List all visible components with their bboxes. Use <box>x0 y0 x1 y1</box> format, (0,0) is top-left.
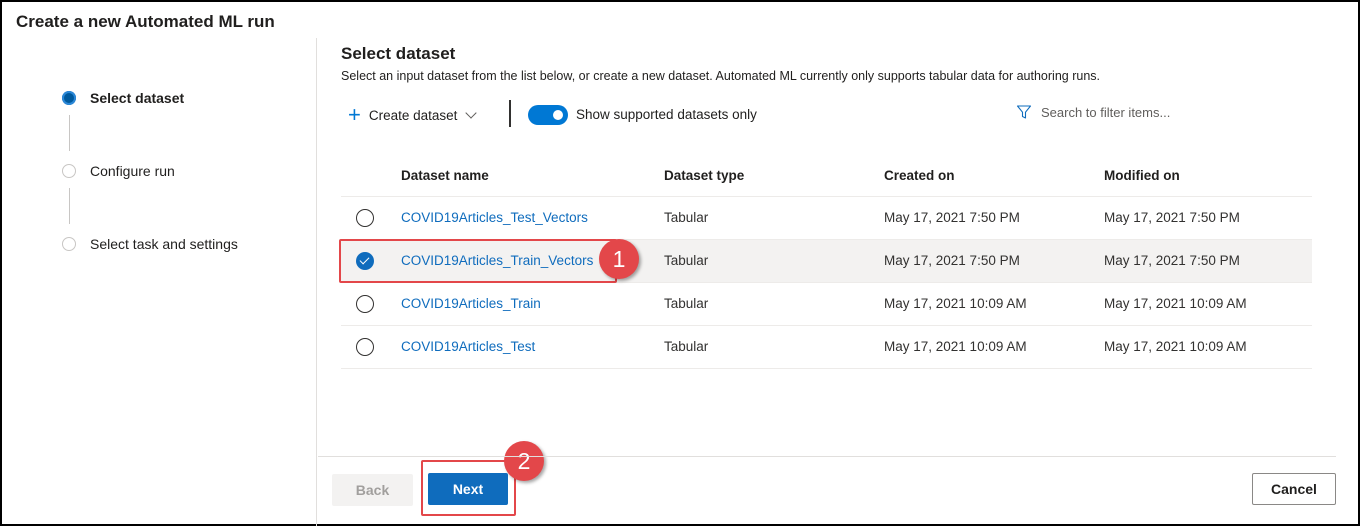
cancel-button[interactable]: Cancel <box>1252 473 1336 505</box>
modified-on: May 17, 2021 10:09 AM <box>1104 296 1247 311</box>
dataset-name-link[interactable]: COVID19Articles_Train <box>401 296 541 311</box>
create-dataset-button[interactable]: + Create dataset <box>348 102 478 127</box>
filter-icon <box>1016 105 1032 119</box>
created-on: May 17, 2021 7:50 PM <box>884 253 1020 268</box>
step-pending-indicator-icon <box>62 237 76 251</box>
dataset-type: Tabular <box>664 296 709 311</box>
step-active-indicator-icon <box>62 91 76 105</box>
table-row[interactable]: COVID19Articles_Test Tabular May 17, 202… <box>341 326 1312 369</box>
dataset-type: Tabular <box>664 339 709 354</box>
modified-on: May 17, 2021 7:50 PM <box>1104 253 1240 268</box>
table-header: Dataset name Dataset type Created on Mod… <box>341 154 1312 197</box>
dialog-window: Create a new Automated ML run Select dat… <box>0 0 1360 526</box>
window-title: Create a new Automated ML run <box>16 12 275 31</box>
filter-placeholder: Search to filter items... <box>1041 104 1171 120</box>
step-select-dataset[interactable]: Select dataset <box>62 90 184 106</box>
dataset-type: Tabular <box>664 210 709 225</box>
next-button[interactable]: Next <box>428 473 508 505</box>
column-header-dataset-name[interactable]: Dataset name <box>401 168 489 183</box>
step-configure-run[interactable]: Configure run <box>62 163 175 179</box>
dataset-name-link[interactable]: COVID19Articles_Test <box>401 339 535 354</box>
created-on: May 17, 2021 7:50 PM <box>884 210 1020 225</box>
step-label: Configure run <box>90 163 175 179</box>
footer-divider <box>318 456 1336 457</box>
table-row[interactable]: COVID19Articles_Test_Vectors Tabular May… <box>341 197 1312 240</box>
created-on: May 17, 2021 10:09 AM <box>884 339 1027 354</box>
create-dataset-label: Create dataset <box>368 107 458 123</box>
command-separator <box>509 100 511 127</box>
callout-badge-2: 2 <box>504 441 544 481</box>
dataset-name-link[interactable]: COVID19Articles_Test_Vectors <box>401 210 588 225</box>
back-button[interactable]: Back <box>332 474 413 506</box>
step-pending-indicator-icon <box>62 164 76 178</box>
page-title: Select dataset <box>341 44 456 63</box>
modified-on: May 17, 2021 10:09 AM <box>1104 339 1247 354</box>
created-on: May 17, 2021 10:09 AM <box>884 296 1027 311</box>
step-connector <box>69 115 70 151</box>
row-radio[interactable] <box>356 209 374 227</box>
chevron-down-icon <box>465 106 478 119</box>
modified-on: May 17, 2021 7:50 PM <box>1104 210 1240 225</box>
filter-search-input[interactable]: Search to filter items... <box>1016 104 1170 120</box>
column-header-modified-on[interactable]: Modified on <box>1104 168 1180 183</box>
column-header-dataset-type[interactable]: Dataset type <box>664 168 744 183</box>
callout-badge-1: 1 <box>599 239 639 279</box>
page-description: Select an input dataset from the list be… <box>341 69 1100 83</box>
dataset-type: Tabular <box>664 253 709 268</box>
row-radio[interactable] <box>356 338 374 356</box>
step-select-task-and-settings[interactable]: Select task and settings <box>62 236 238 252</box>
callout-highlight-selected-row <box>339 239 617 283</box>
column-header-created-on[interactable]: Created on <box>884 168 955 183</box>
toggle-knob <box>553 110 563 120</box>
step-connector <box>69 188 70 224</box>
steps-divider <box>316 38 317 526</box>
table-row[interactable]: COVID19Articles_Train Tabular May 17, 20… <box>341 283 1312 326</box>
row-radio[interactable] <box>356 295 374 313</box>
show-supported-toggle[interactable] <box>528 105 568 125</box>
show-supported-label: Show supported datasets only <box>576 107 757 122</box>
step-label: Select dataset <box>90 90 185 106</box>
step-label: Select task and settings <box>90 236 238 252</box>
plus-icon: + <box>348 102 361 127</box>
